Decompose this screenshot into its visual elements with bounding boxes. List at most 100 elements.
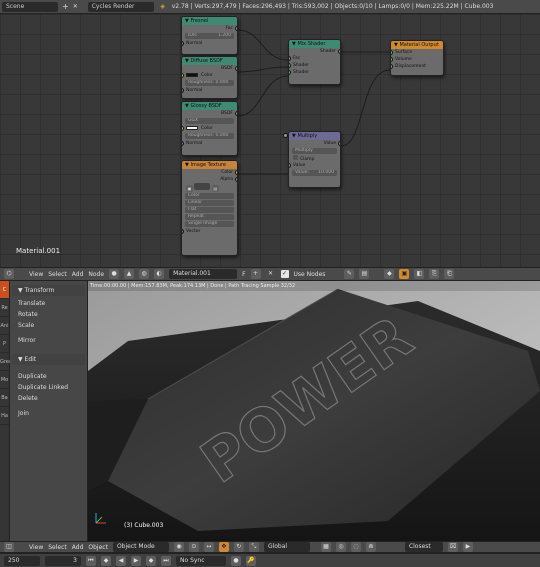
output-displacement-socket[interactable] [391, 64, 393, 69]
fresnel-node-header[interactable]: ▼ Fresnel [182, 17, 237, 25]
copy-nodes-icon[interactable]: ⎘ [429, 269, 440, 279]
transform-panel-header[interactable]: ▼ Transform [12, 285, 85, 296]
multiply-header[interactable]: ▼ Multiply [289, 132, 340, 140]
translate-button[interactable]: Translate [10, 298, 87, 309]
image-texture-header[interactable]: ▼ Image Texture [182, 161, 237, 169]
fresnel-fac-socket[interactable] [235, 26, 237, 31]
jump-start-icon[interactable]: ⏮ [86, 555, 96, 566]
multiply-value-in-socket[interactable] [289, 163, 291, 168]
glossy-normal-socket[interactable] [182, 141, 184, 146]
image-extension-dropdown[interactable]: Repeat [185, 214, 234, 220]
paste-nodes-icon[interactable]: ⎗ [444, 269, 455, 279]
mix-shader-header[interactable]: ▼ Mix Shader [289, 40, 340, 48]
image-projection-dropdown[interactable]: Flat [185, 207, 234, 213]
mix-fac-socket[interactable] [289, 56, 291, 61]
material-name-field[interactable]: Material.001 [169, 269, 238, 279]
snap-magnet-icon[interactable]: ⋒ [365, 542, 376, 552]
fake-user-button[interactable]: F [242, 271, 245, 278]
edit-panel-header[interactable]: ▼ Edit [12, 354, 85, 365]
editor-type-3d-icon[interactable]: ◫ [4, 542, 14, 552]
proportional-edit-icon[interactable]: ◌ [350, 542, 361, 552]
glossy-node-header[interactable]: ▼ Glossy BSDF [182, 102, 237, 110]
add-scene-button[interactable]: + [62, 2, 69, 12]
rotate-button[interactable]: Rotate [10, 309, 87, 320]
glossy-bsdf-socket[interactable] [235, 111, 237, 116]
layer-icon[interactable]: ▦ [320, 542, 331, 552]
material-output-node[interactable]: ▼ Material Output Surface Volume Displac… [390, 40, 444, 76]
prev-keyframe-icon[interactable]: ◆ [101, 555, 111, 566]
shader-type-icon[interactable]: ● [109, 269, 120, 279]
output-volume-socket[interactable] [391, 57, 393, 62]
diffuse-bsdf-socket[interactable] [235, 66, 237, 71]
translate-manipulator-icon[interactable]: ✥ [218, 542, 229, 552]
diffuse-normal-socket[interactable] [182, 88, 184, 93]
diffuse-color-input[interactable]: Color [182, 72, 237, 79]
snap-target-dropdown[interactable]: Closest [404, 542, 443, 552]
multiply-operation-dropdown[interactable]: Multiply [292, 148, 337, 154]
use-nodes-checkbox[interactable]: ✓ [280, 270, 289, 278]
fresnel-normal-socket[interactable] [182, 41, 184, 46]
transform-orientation-dropdown[interactable]: Global [263, 542, 310, 552]
image-vector-socket[interactable] [182, 229, 184, 234]
render-anim-icon[interactable]: ▶ [462, 542, 473, 552]
material-output-header[interactable]: ▼ Material Output [391, 41, 443, 49]
duplicate-button[interactable]: Duplicate [10, 371, 87, 382]
mix-shader-node[interactable]: ▼ Mix Shader Shader Fac Shader Shader [288, 39, 341, 85]
object-icon[interactable]: ▲ [124, 269, 135, 279]
image-alpha-socket[interactable] [235, 177, 237, 182]
unlink-material-icon[interactable]: ✕ [266, 269, 276, 279]
viewport-shading-icon[interactable]: ◉ [173, 542, 184, 552]
mix-shader1-socket[interactable] [289, 63, 291, 68]
pin-icon[interactable]: ✎ [344, 269, 355, 279]
backdrop-icon[interactable]: ▤ [359, 269, 370, 279]
play-reverse-icon[interactable]: ◀ [116, 555, 126, 566]
keying-set-icon[interactable]: 🔑 [246, 555, 256, 566]
output-surface-socket[interactable] [391, 50, 393, 55]
tab-hard-ops[interactable]: Ha [0, 407, 9, 425]
image-interpolation-dropdown[interactable]: Linear [185, 200, 234, 206]
glossy-bsdf-node[interactable]: ▼ Glossy BSDF BSDF GGX Color Roughness: … [181, 101, 238, 156]
multiply-clamp-option[interactable]: Clamp [289, 155, 340, 162]
glossy-color-socket[interactable] [182, 126, 184, 131]
mix-shader-out-socket[interactable] [338, 49, 340, 54]
snap-toggle-icon[interactable]: ◆ [384, 269, 395, 279]
next-keyframe-icon[interactable]: ◆ [146, 555, 156, 566]
node-editor[interactable]: ▼ Fresnel Fac IOR: 1.200 Normal ▼ Diffus… [0, 14, 540, 267]
diffuse-color-socket[interactable] [182, 73, 184, 78]
scene-selector[interactable]: Scene [2, 1, 58, 12]
glossy-roughness-field[interactable]: Roughness: 0.000 [185, 133, 234, 139]
multiply-clamp-checkbox[interactable] [293, 155, 298, 160]
new-material-icon[interactable]: + [250, 269, 261, 279]
delete-scene-button[interactable]: ✕ [73, 2, 78, 12]
editor-type-icon[interactable]: ⌬ [4, 269, 14, 279]
menu-object[interactable]: Object [88, 544, 108, 551]
render-engine-dropdown[interactable]: Cycles Render [87, 1, 154, 12]
mirror-button[interactable]: Mirror [10, 335, 87, 346]
tab-physics[interactable]: P [0, 335, 9, 353]
delete-button[interactable]: Delete [10, 393, 87, 404]
menu-node[interactable]: Node [88, 271, 104, 278]
image-browse-row[interactable]: ▣ ▤ [182, 183, 237, 192]
glossy-color-swatch[interactable] [186, 125, 198, 130]
snap-element-icon[interactable]: ▣ [399, 269, 410, 279]
render-camera-icon[interactable]: ⌧ [447, 542, 458, 552]
world-icon[interactable]: ◍ [139, 269, 150, 279]
join-button[interactable]: Join [10, 408, 87, 419]
duplicate-linked-button[interactable]: Duplicate Linked [10, 382, 87, 393]
scale-manipulator-icon[interactable]: ⤡ [248, 542, 259, 552]
diffuse-node-header[interactable]: ▼ Diffuse BSDF [182, 57, 237, 65]
image-source-dropdown[interactable]: Single Image [185, 221, 234, 227]
sync-mode-dropdown[interactable]: No Sync [176, 555, 226, 566]
image-color-socket[interactable] [235, 170, 237, 175]
pivot-point-icon[interactable]: ⊙ [188, 542, 199, 552]
rotate-manipulator-icon[interactable]: ↻ [233, 542, 244, 552]
record-icon[interactable]: ● [231, 555, 241, 566]
tab-grease-pencil[interactable]: Grea [0, 353, 12, 371]
end-frame-field[interactable]: 250 [4, 555, 40, 566]
image-texture-node[interactable]: ▼ Image Texture Color Alpha ▣ ▤ Color Li… [181, 160, 238, 256]
manipulator-toggle-icon[interactable]: ↔ [203, 542, 214, 552]
menu-view[interactable]: View [29, 271, 43, 278]
multiply-value-out-socket[interactable] [338, 141, 340, 146]
tab-modeling[interactable]: Mo [0, 371, 9, 389]
glossy-color-input[interactable]: Color [182, 125, 237, 132]
